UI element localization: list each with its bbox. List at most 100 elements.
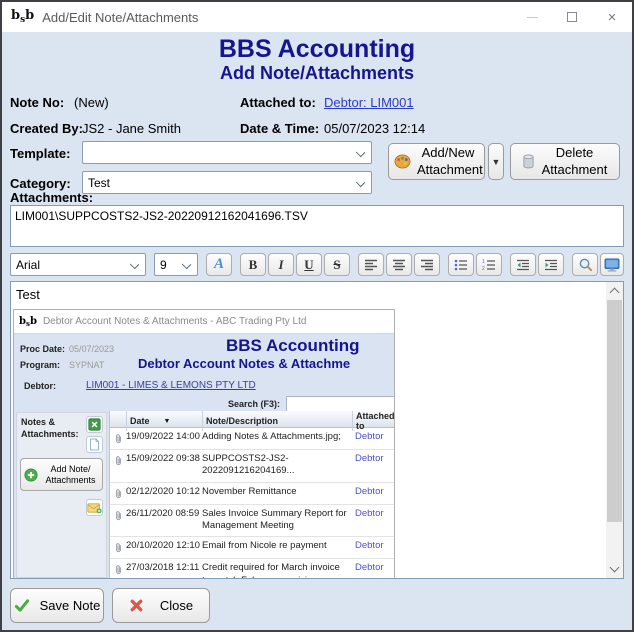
add-note-attachments-button[interactable]: Add Note/ Attachments: [20, 458, 103, 491]
note-description: Email from Nicole re payment: [202, 540, 352, 554]
table-row[interactable]: 15/09/2022 09:38 SUPPCOSTS2-JS2-20220912…: [110, 450, 394, 483]
palette-icon: [394, 154, 411, 169]
underline-button[interactable]: U: [296, 253, 322, 276]
embedded-body: Proc Date: 05/07/2023 Program: SYPNAT BB…: [14, 335, 394, 578]
note-editor[interactable]: Test bsb Debtor Account Notes & Attachme…: [10, 281, 624, 579]
date-column-header[interactable]: Date▼: [126, 411, 202, 431]
font-size-select[interactable]: 9: [154, 253, 198, 276]
dialog-subtitle: Add Note/Attachments: [2, 63, 632, 84]
new-document-button[interactable]: [86, 436, 103, 453]
font-family-select[interactable]: Arial: [10, 253, 146, 276]
category-select[interactable]: Test: [82, 171, 372, 194]
attached-to-link[interactable]: Debtor: [355, 562, 384, 573]
chevron-down-icon: [130, 260, 139, 269]
embedded-screenshot: bsb Debtor Account Notes & Attachments -…: [13, 309, 395, 578]
notes-table-header: Date▼ Note/Description Attached to: [110, 411, 394, 428]
table-row[interactable]: 20/10/2020 12:10 Email from Nicole re pa…: [110, 537, 394, 559]
attached-to-link[interactable]: Debtor: LIM001: [324, 95, 414, 110]
table-row[interactable]: 26/11/2020 08:59 Sales Invoice Summary R…: [110, 505, 394, 538]
paperclip-column-header[interactable]: [110, 411, 126, 431]
note-date: 27/03/2018 12:11: [126, 562, 202, 578]
align-center-icon: [392, 259, 406, 271]
attached-to-link[interactable]: Debtor: [355, 431, 384, 442]
template-select[interactable]: [82, 141, 372, 164]
add-new-attachment-button[interactable]: Add/New Attachment: [388, 143, 485, 180]
indent-button[interactable]: [538, 253, 564, 276]
close-dialog-button[interactable]: Close: [112, 588, 210, 623]
note-date: 26/11/2020 08:59: [126, 508, 202, 533]
outdent-icon: [516, 259, 530, 271]
add-attachment-dropdown-button[interactable]: ▼: [488, 143, 504, 180]
italic-button[interactable]: I: [268, 253, 294, 276]
paperclip-icon: [110, 453, 126, 478]
excel-icon: [88, 418, 101, 431]
font-style-icon: A: [214, 256, 224, 273]
plus-circle-icon: [24, 468, 38, 482]
attached-to-column-header[interactable]: Attached to: [352, 411, 395, 431]
note-body-text: Test: [16, 287, 40, 302]
maximize-button[interactable]: [552, 2, 592, 32]
paperclip-icon: [110, 562, 126, 578]
notes-table: Date▼ Note/Description Attached to 19/09…: [109, 411, 394, 578]
screen-view-button[interactable]: [600, 253, 624, 276]
align-left-button[interactable]: [358, 253, 384, 276]
datetime-value: 05/07/2023 12:14: [324, 121, 425, 136]
close-icon: ×: [608, 10, 617, 25]
numbered-list-button[interactable]: 12: [476, 253, 502, 276]
dialog-window: bsb Add/Edit Note/Attachments × BBS Acco…: [0, 0, 634, 632]
close-button[interactable]: ×: [592, 2, 632, 32]
datetime-label: Date & Time:: [240, 121, 319, 136]
paperclip-icon: [110, 486, 126, 500]
minimize-icon: [527, 17, 538, 18]
scrollbar-thumb[interactable]: [607, 300, 622, 522]
minimize-button[interactable]: [512, 2, 552, 32]
bullet-list-button[interactable]: [448, 253, 474, 276]
attached-to-link[interactable]: Debtor: [355, 508, 384, 519]
save-note-button[interactable]: Save Note: [10, 588, 104, 623]
bold-button[interactable]: B: [240, 253, 266, 276]
table-row[interactable]: 19/09/2022 14:00 Adding Notes & Attachme…: [110, 428, 394, 450]
attached-to-link[interactable]: Debtor: [355, 540, 384, 551]
note-description: Credit required for March invoice to mat…: [202, 562, 352, 578]
sort-descending-icon: ▼: [164, 418, 171, 425]
attached-to-link[interactable]: Debtor: [355, 486, 384, 497]
template-label: Template:: [10, 146, 70, 161]
export-excel-button[interactable]: [86, 416, 103, 433]
attachments-list[interactable]: LIM001\SUPPCOSTS2-JS2-20220912162041696.…: [10, 205, 624, 247]
font-size-value: 9: [160, 258, 167, 272]
dropdown-arrow-icon: ▼: [492, 157, 501, 167]
align-center-button[interactable]: [386, 253, 412, 276]
program-value: SYPNAT: [69, 360, 104, 370]
font-style-button[interactable]: A: [206, 253, 232, 276]
editor-scrollbar[interactable]: [606, 282, 623, 578]
debtor-link[interactable]: LIM001 - LIMES & LEMONS PTY LTD: [86, 380, 256, 391]
bullet-list-icon: [454, 259, 468, 271]
maximize-icon: [567, 12, 577, 22]
paperclip-icon: [110, 508, 126, 533]
delete-attachment-button[interactable]: Delete Attachment: [510, 143, 620, 180]
attachment-item[interactable]: LIM001\SUPPCOSTS2-JS2-20220912162041696.…: [15, 209, 308, 223]
embedded-main: Notes & Attachments: Add Note/ Attachmen…: [14, 411, 394, 578]
description-column-header[interactable]: Note/Description: [202, 411, 352, 431]
notes-attachments-label: Notes & Attachments:: [21, 417, 79, 440]
email-attach-button[interactable]: [86, 499, 103, 516]
scroll-down-button[interactable]: [606, 561, 623, 578]
align-right-button[interactable]: [414, 253, 440, 276]
created-by-value: JS2 - Jane Smith: [82, 121, 181, 136]
paperclip-icon: [110, 431, 126, 445]
proc-date-value: 05/07/2023: [69, 344, 114, 354]
outdent-button[interactable]: [510, 253, 536, 276]
attached-to-link[interactable]: Debtor: [355, 453, 384, 464]
embedded-window-title: Debtor Account Notes & Attachments - ABC…: [43, 316, 306, 327]
note-date: 20/10/2020 12:10: [126, 540, 202, 554]
delete-attachment-label: Delete Attachment: [541, 145, 609, 178]
add-note-attachments-label: Add Note/ Attachments: [42, 464, 99, 486]
embedded-app-title: BBS Accounting: [226, 336, 359, 356]
chevron-down-icon: [356, 178, 365, 187]
table-row[interactable]: 02/12/2020 10:12 November Remittance Deb…: [110, 483, 394, 505]
scroll-up-button[interactable]: [606, 282, 623, 299]
table-row[interactable]: 27/03/2018 12:11 Credit required for Mar…: [110, 559, 394, 578]
zoom-button[interactable]: [572, 253, 598, 276]
strikethrough-button[interactable]: S: [324, 253, 350, 276]
search-input[interactable]: [286, 396, 395, 412]
